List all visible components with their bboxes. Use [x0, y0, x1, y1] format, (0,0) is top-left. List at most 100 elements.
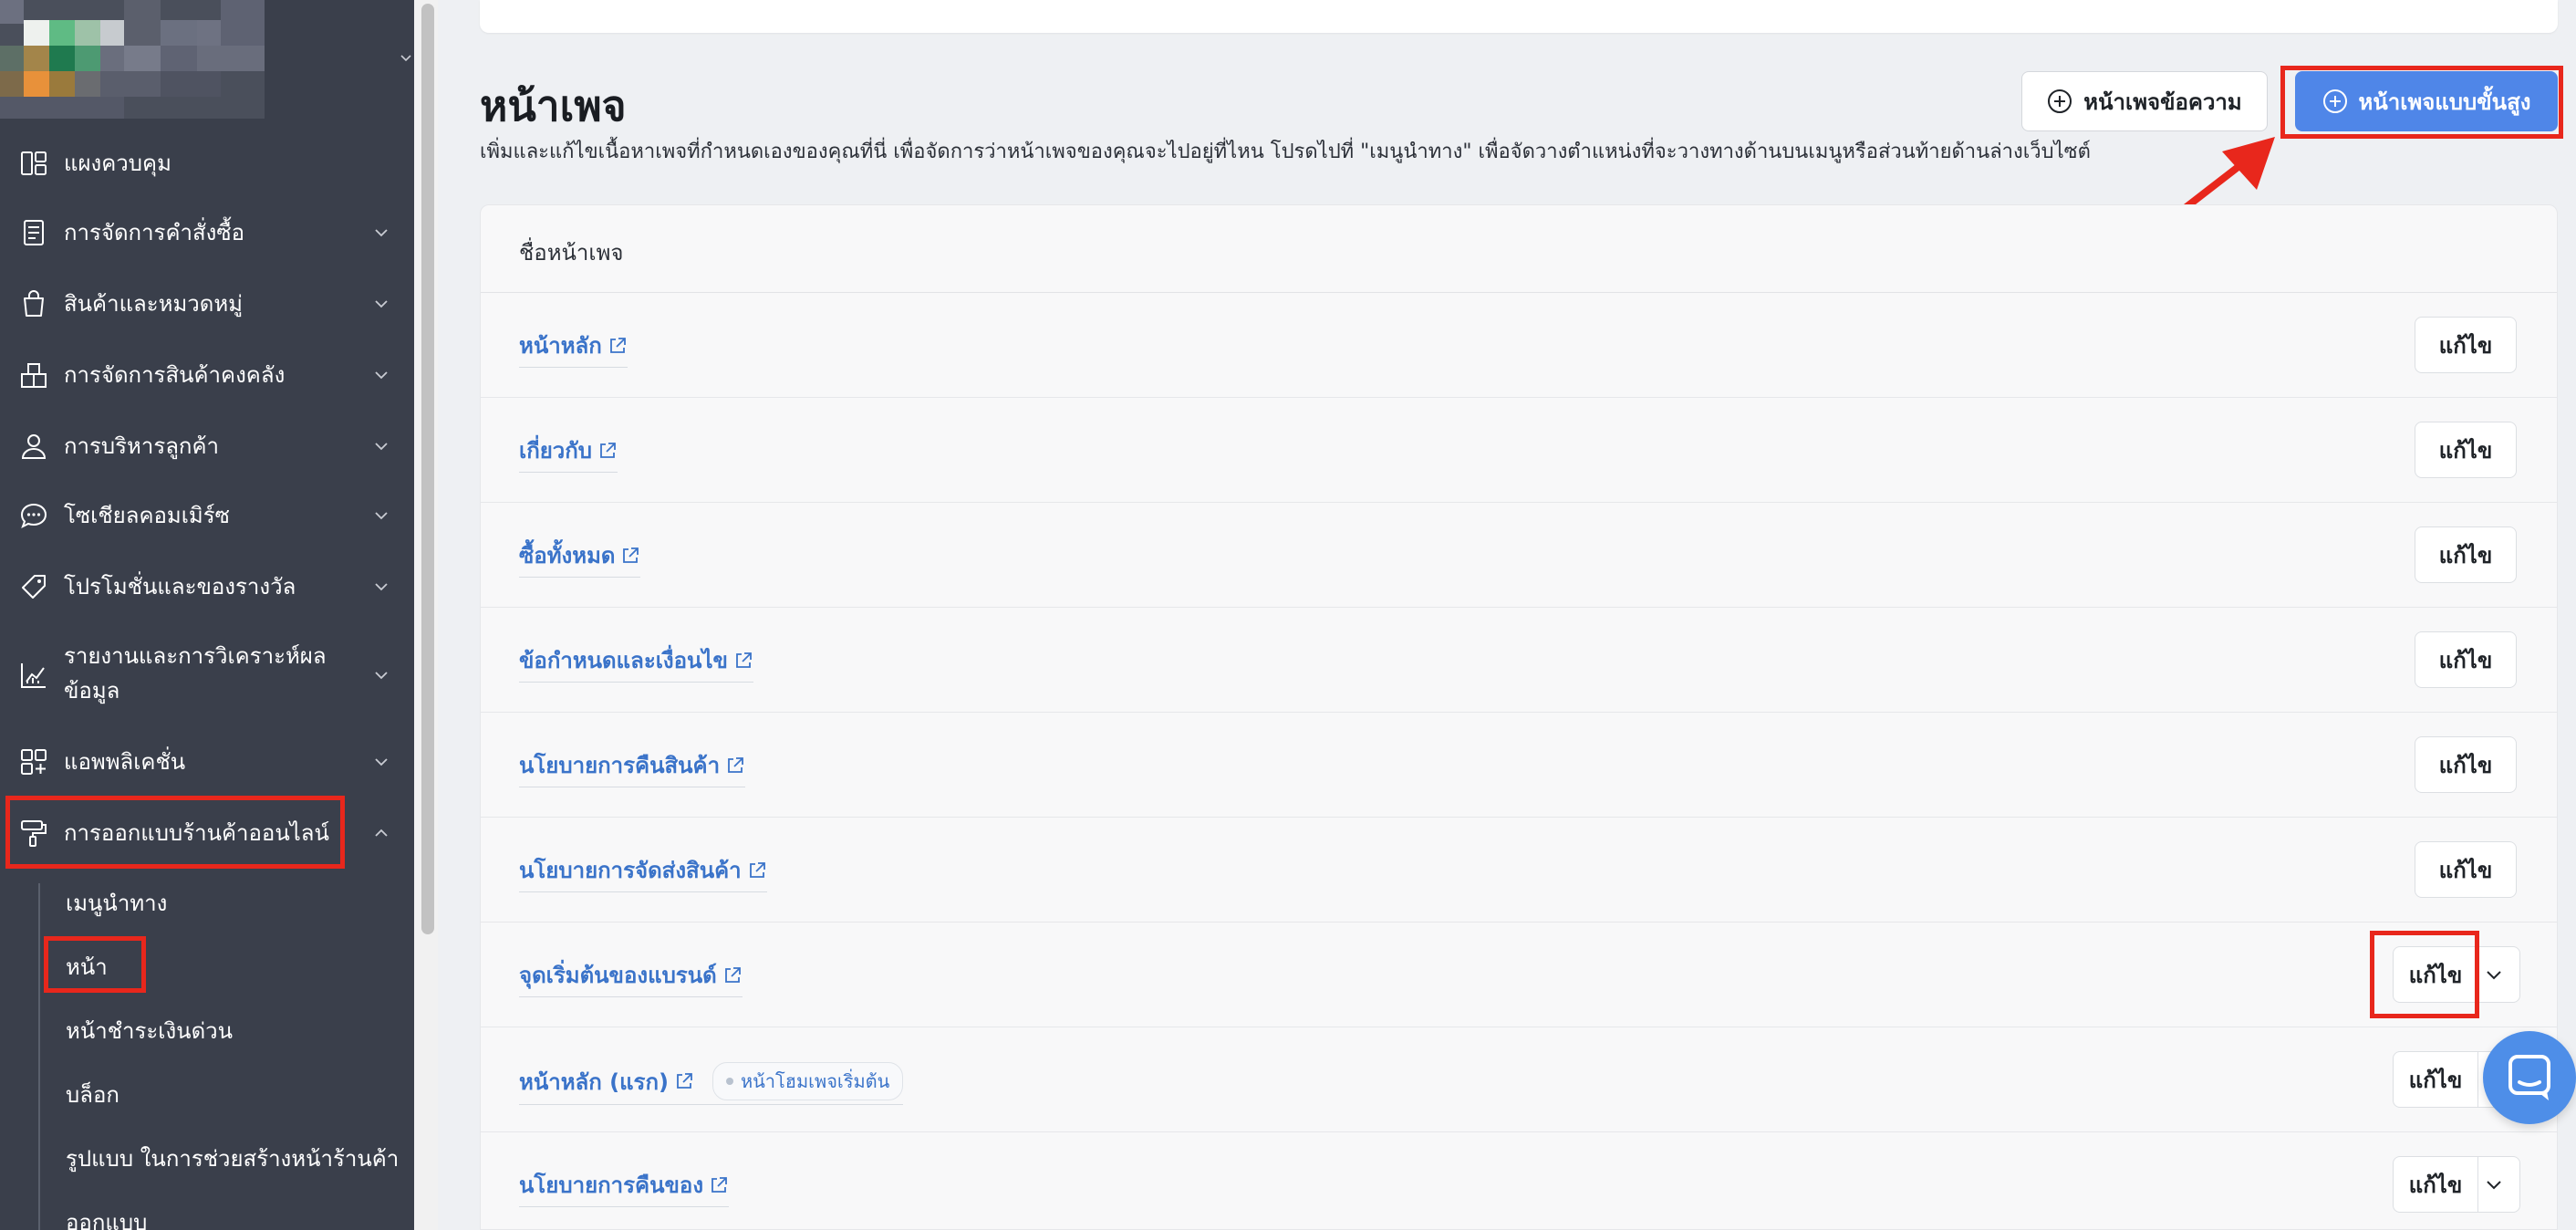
plus-circle-icon [2048, 89, 2072, 113]
submenu-pages[interactable]: หน้า [66, 949, 108, 985]
nav-label: โซเชียลคอมเมิร์ซ [64, 503, 230, 528]
store-logo[interactable] [0, 0, 265, 119]
add-advanced-page-button[interactable]: หน้าเพจแบบขั้นสูง [2295, 71, 2558, 131]
edit-button[interactable]: แก้ไข [2394, 1052, 2478, 1107]
page-name: ข้อกำหนดและเงื่อนไข [519, 648, 728, 673]
page-link[interactable]: จุดเริ่มต้นของแบรนด์ [519, 957, 743, 997]
nav-apps[interactable]: แอพพลิเคชั่น [0, 726, 414, 797]
page-link[interactable]: ข้อกำหนดและเงื่อนไข [519, 642, 753, 683]
sidebar: แผงควบคุม การจัดการคำสั่งซื้อ สินค้าและห… [0, 0, 414, 1230]
sidebar-scrollbar-thumb[interactable] [421, 4, 434, 934]
submenu-divider [38, 883, 40, 1230]
edit-button[interactable]: แก้ไข [2415, 736, 2517, 793]
apps-icon [21, 749, 47, 775]
table-row: หน้าหลัก (แรก) หน้าโฮมเพจเริ่มต้น แก้ไข [481, 1027, 2557, 1132]
plus-circle-icon [2322, 89, 2347, 113]
column-header-page-name: ชื่อหน้าเพจ [519, 240, 624, 266]
chevron-down-icon[interactable] [2481, 962, 2507, 987]
edit-button[interactable]: แก้ไข [2415, 422, 2517, 478]
page-link[interactable]: หน้าหลัก [519, 328, 628, 368]
nav-label: รายงานและการวิเคราะห์ผลข้อมูล [64, 643, 327, 704]
analytics-icon [21, 663, 46, 688]
inventory-icon [21, 363, 47, 388]
chevron-down-icon [375, 371, 388, 380]
store-switch-chevron-icon[interactable] [400, 51, 412, 64]
page-name: ซื้อทั้งหมด [519, 543, 616, 568]
chevron-down-icon [375, 583, 388, 591]
edit-button[interactable]: แก้ไข [2394, 947, 2478, 1002]
nav-label: โปรโมชั่นและของรางวัล [64, 574, 296, 599]
external-link-icon [749, 861, 765, 878]
table-row: ข้อกำหนดและเงื่อนไข แก้ไข [481, 608, 2557, 713]
submenu-express-checkout[interactable]: หน้าชำระเงินด่วน [66, 1013, 233, 1048]
table-row: จุดเริ่มต้นของแบรนด์ แก้ไข [481, 922, 2557, 1027]
page-description: เพิ่มและแก้ไขเนื้อหาเพจที่กำหนดเองของคุณ… [480, 141, 2091, 163]
edit-button[interactable]: แก้ไข [2394, 1157, 2478, 1212]
edit-dropdown-group: แก้ไข [2393, 1156, 2520, 1213]
edit-button[interactable]: แก้ไข [2415, 526, 2517, 583]
orders-icon [24, 220, 44, 245]
nav-reports[interactable]: รายงานและการวิเคราะห์ผลข้อมูล [0, 635, 414, 715]
add-text-page-label: หน้าเพจข้อความ [2083, 89, 2242, 115]
chevron-down-icon [375, 758, 388, 766]
nav-inventory[interactable]: การจัดการสินค้าคงคลัง [0, 339, 414, 411]
nav-label: การออกแบบร้านค้าออนไลน์ [64, 820, 329, 846]
edit-button[interactable]: แก้ไข [2415, 317, 2517, 373]
edit-button[interactable]: แก้ไข [2415, 841, 2517, 898]
external-link-icon [600, 442, 616, 458]
nav-online-store-design[interactable]: การออกแบบร้านค้าออนไลน์ [0, 797, 414, 869]
nav-label: การจัดการสินค้าคงคลัง [64, 362, 286, 388]
support-chat-button[interactable] [2483, 1031, 2576, 1124]
submenu-navigation-menu[interactable]: เมนูนำทาง [66, 885, 167, 921]
nav-promotions[interactable]: โปรโมชั่นและของรางวัล [0, 551, 414, 622]
page-link[interactable]: นโยบายการคืนของ [519, 1167, 730, 1207]
nav-dashboard[interactable]: แผงควบคุม [0, 128, 414, 199]
edit-dropdown-group: แก้ไข [2393, 946, 2520, 1003]
page-link[interactable]: นโยบายการจัดส่งสินค้า [519, 852, 767, 892]
page-title: หน้าเพจ [480, 81, 627, 130]
page-name: นโยบายการคืนของ [519, 1173, 704, 1198]
paint-roller-icon [21, 820, 47, 847]
edit-button[interactable]: แก้ไข [2415, 631, 2517, 688]
external-link-icon [677, 1073, 692, 1089]
top-card [480, 0, 2558, 33]
submenu-blog[interactable]: บล็อก [66, 1077, 119, 1112]
customer-icon [21, 434, 47, 459]
page-name: จุดเริ่มต้นของแบรนด์ [519, 963, 717, 988]
add-text-page-button[interactable]: หน้าเพจข้อความ [2021, 71, 2268, 131]
external-link-icon [724, 966, 741, 983]
page-link[interactable]: นโยบายการคืนสินค้า [519, 747, 746, 787]
chevron-up-icon [375, 829, 388, 837]
page-name: นโยบายการจัดส่งสินค้า [519, 858, 742, 883]
page-link[interactable]: ซื้อทั้งหมด [519, 537, 641, 578]
page-link[interactable]: เกี่ยวกับ [519, 433, 618, 473]
chevron-down-icon [375, 443, 388, 451]
tag-icon [22, 575, 46, 599]
page-name: นโยบายการคืนสินค้า [519, 753, 721, 778]
table-header: ชื่อหน้าเพจ [481, 205, 2557, 293]
chevron-down-icon [375, 300, 388, 308]
chevron-down-icon [375, 672, 388, 680]
chat-icon [20, 503, 47, 529]
default-homepage-badge: หน้าโฮมเพจเริ่มต้น [712, 1062, 904, 1100]
badge-label: หน้าโฮมเพจเริ่มต้น [740, 1070, 890, 1092]
nav-orders[interactable]: การจัดการคำสั่งซื้อ [0, 197, 414, 268]
nav-label: การจัดการคำสั่งซื้อ [64, 220, 245, 245]
submenu-design[interactable]: ออกแบบ [66, 1204, 147, 1230]
page-link[interactable]: หน้าหลัก (แรก) หน้าโฮมเพจเริ่มต้น [519, 1062, 904, 1105]
chevron-down-icon[interactable] [2481, 1172, 2507, 1197]
table-row: นโยบายการคืนของ แก้ไข [481, 1132, 2557, 1229]
dashboard-icon [21, 151, 47, 175]
external-link-icon [736, 651, 752, 668]
shopping-bag-icon [24, 290, 44, 317]
nav-products[interactable]: สินค้าและหมวดหมู่ [0, 268, 414, 339]
add-advanced-page-label: หน้าเพจแบบขั้นสูง [2358, 89, 2531, 115]
table-row: เกี่ยวกับ แก้ไข [481, 398, 2557, 503]
nav-customers[interactable]: การบริหารลูกค้า [0, 411, 414, 482]
nav-social-commerce[interactable]: โซเชียลคอมเมิร์ซ [0, 480, 414, 551]
nav-label: สินค้าและหมวดหมู่ [64, 291, 243, 317]
chevron-down-icon [375, 512, 388, 520]
submenu-storefront-templates[interactable]: รูปแบบ ในการช่วยสร้างหน้าร้านค้า [66, 1141, 399, 1176]
badge-dot [725, 1078, 733, 1085]
nav-label: การบริหารลูกค้า [64, 433, 219, 459]
